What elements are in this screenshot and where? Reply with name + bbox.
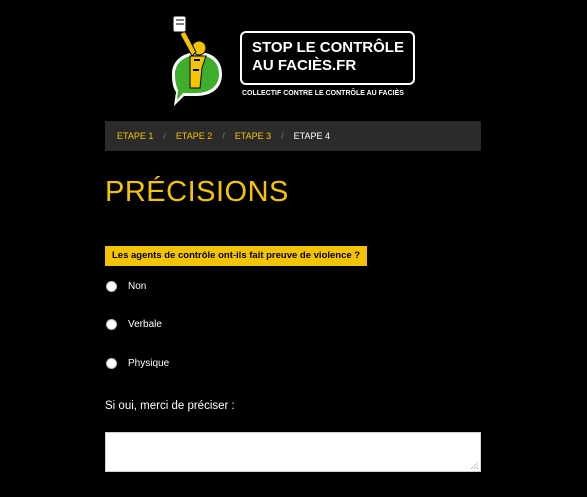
radio-verbale[interactable] [106, 319, 117, 330]
breadcrumb-step-3[interactable]: ETAPE 3 [235, 131, 271, 141]
site-header: STOP LE CONTRÔLE AU FACIÈS.FR COLLECTIF … [0, 0, 587, 115]
radio-physique[interactable] [106, 358, 117, 369]
option-label-physique: Physique [128, 358, 170, 369]
logo-tagline: COLLECTIF CONTRE LE CONTRÔLE AU FACIÈS [242, 90, 404, 97]
details-label: Si oui, merci de préciser : [105, 400, 235, 412]
radio-non[interactable] [106, 281, 117, 292]
option-verbale[interactable]: Verbale [105, 319, 162, 330]
logo-line2: AU FACIÈS.FR [252, 57, 357, 74]
logo-wordmark[interactable]: STOP LE CONTRÔLE AU FACIÈS.FR [240, 31, 415, 85]
option-physique[interactable]: Physique [105, 358, 169, 369]
raised-fist-logo-icon[interactable] [166, 12, 226, 107]
breadcrumb-separator: / [222, 131, 225, 141]
page-title: PRÉCISIONS [105, 176, 289, 208]
details-textarea[interactable] [105, 432, 481, 472]
resize-handle-icon[interactable] [469, 460, 479, 470]
breadcrumb-separator: / [281, 131, 284, 141]
violence-question-label: Les agents de contrôle ont-ils fait preu… [105, 246, 368, 266]
breadcrumb-step-4-current: ETAPE 4 [293, 131, 330, 141]
option-non[interactable]: Non [105, 281, 146, 292]
option-label-verbale: Verbale [128, 319, 162, 330]
breadcrumb-step-2[interactable]: ETAPE 2 [176, 131, 212, 141]
breadcrumb-separator: / [163, 131, 166, 141]
breadcrumb-step-1[interactable]: ETAPE 1 [117, 131, 153, 141]
logo-line1: STOP LE CONTRÔLE [252, 39, 404, 56]
option-label-non: Non [128, 281, 147, 292]
step-breadcrumb: ETAPE 1 / ETAPE 2 / ETAPE 3 / ETAPE 4 [105, 121, 481, 151]
